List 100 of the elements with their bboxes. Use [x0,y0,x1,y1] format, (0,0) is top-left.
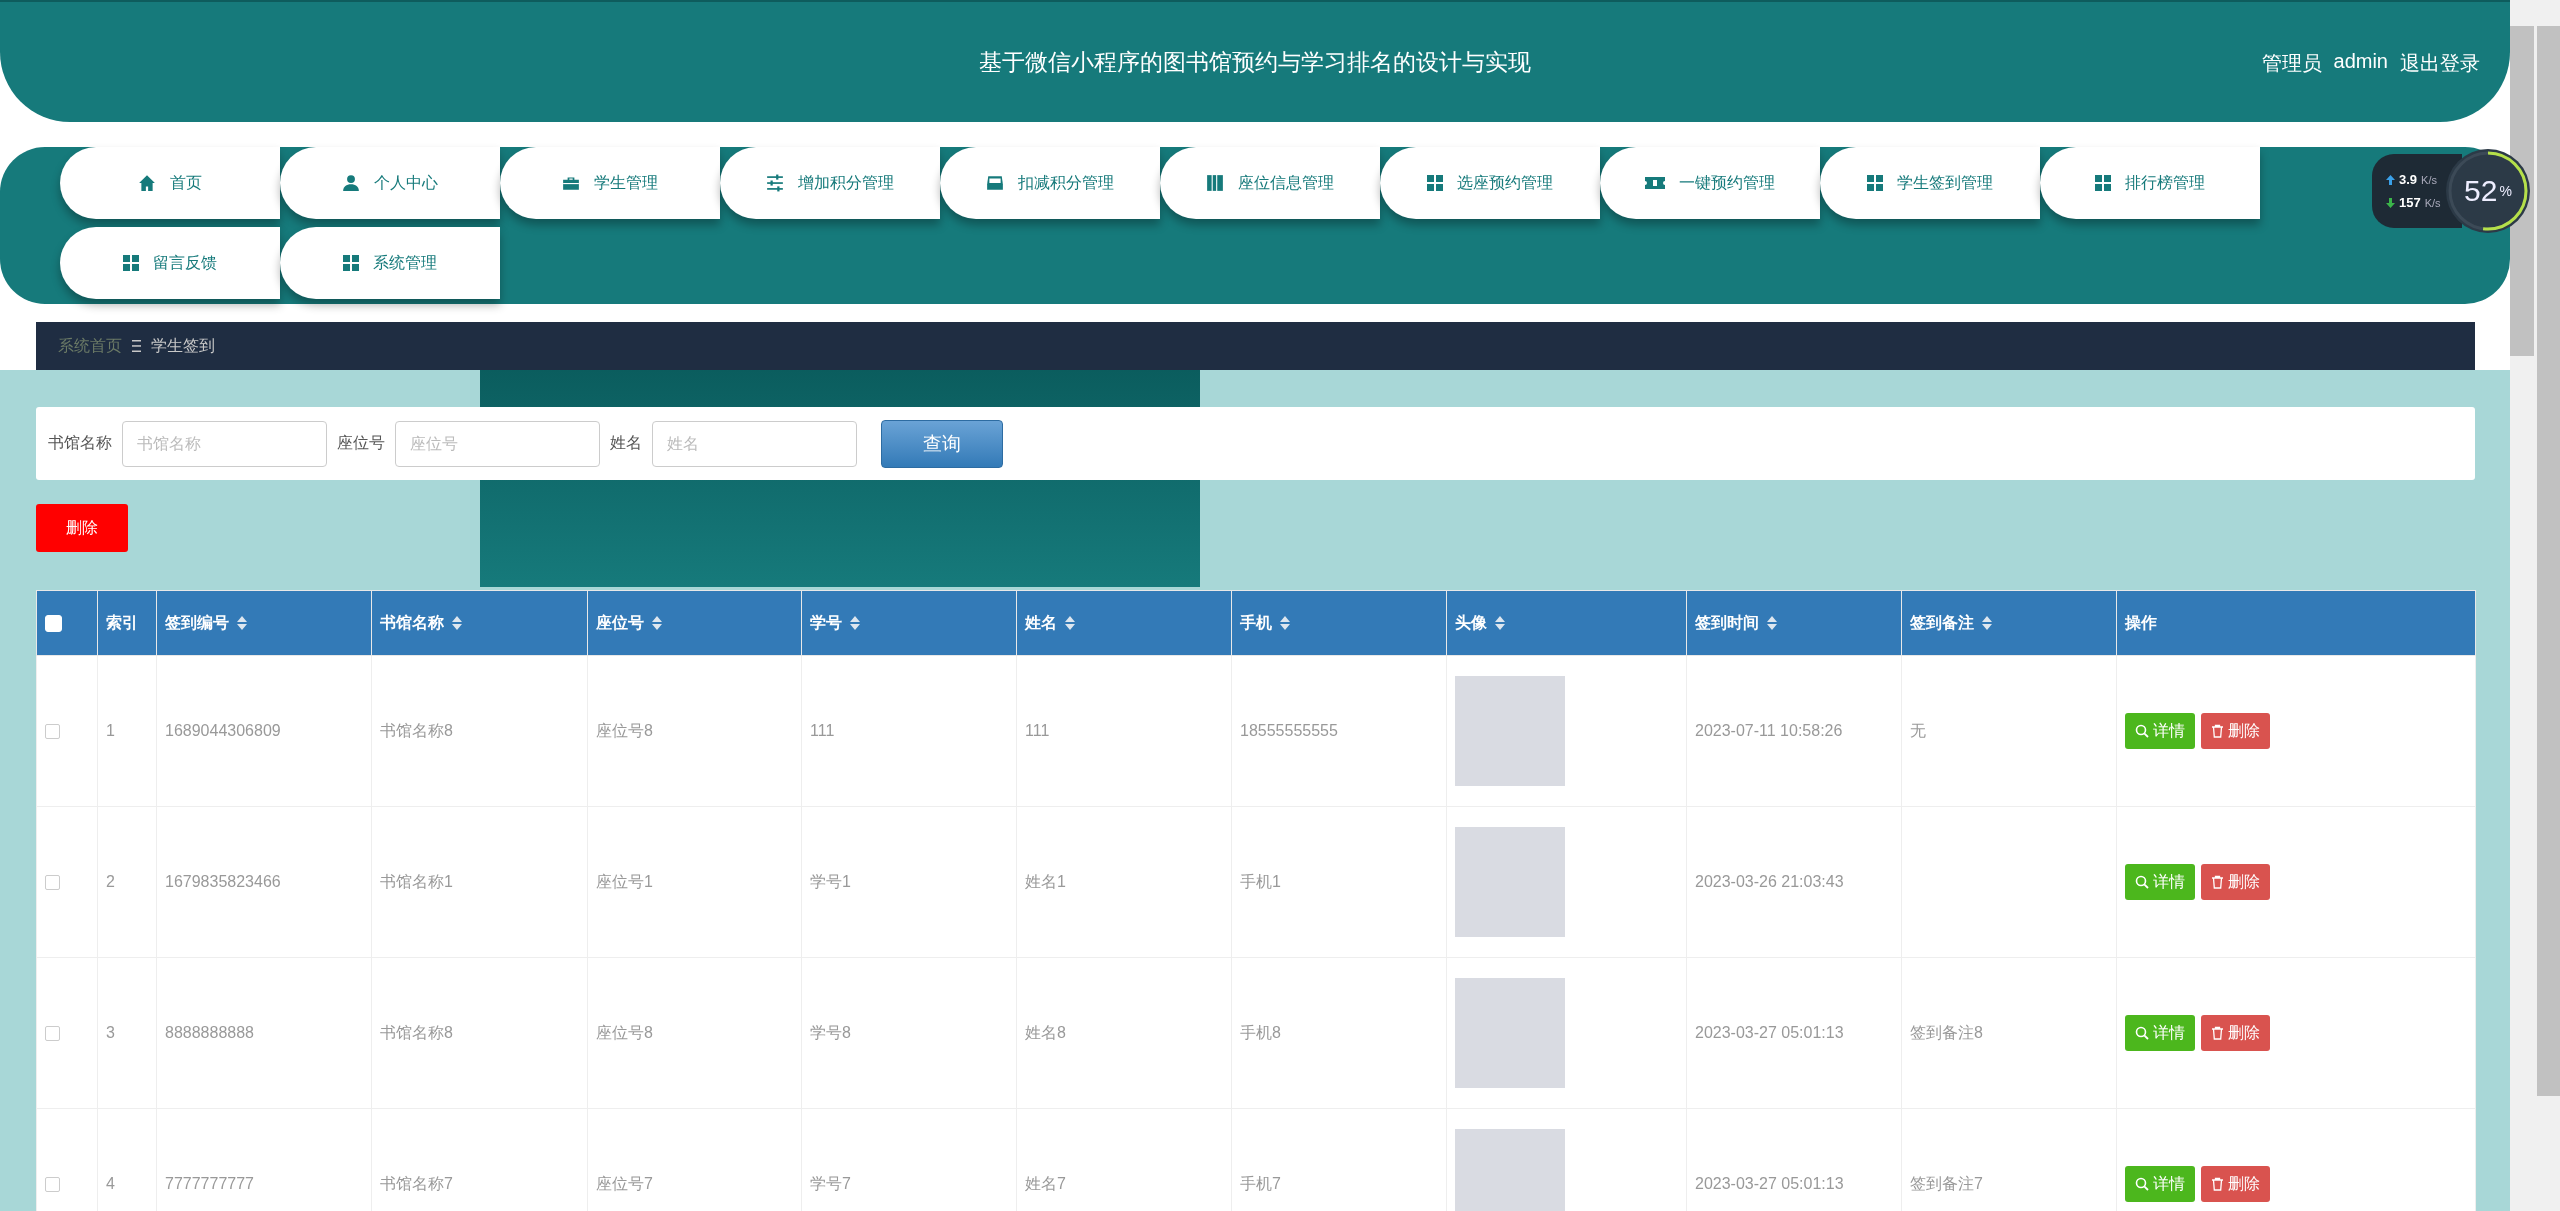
table-cell: 111 [810,722,835,739]
nav-item[interactable]: 个人中心 [280,147,500,219]
user-role: 管理员 [2261,51,2322,76]
page-title: 基于微信小程序的图书馆预约与学习排名的设计与实现 [979,47,1531,77]
trash-icon [2211,1177,2224,1191]
column-header[interactable]: 头像 [1455,613,1487,631]
user-icon [342,174,360,192]
table-cell: 8888888888 [165,1024,254,1041]
nav-item[interactable]: 扣减积分管理 [940,147,1160,219]
row-delete-button[interactable]: 删除 [2201,1166,2270,1202]
search-button[interactable]: 查询 [881,419,1003,468]
nav-item[interactable]: 系统管理 [280,227,500,299]
table-cell: 座位号1 [596,872,653,890]
column-header[interactable]: 签到备注 [1910,613,1974,631]
briefcase-icon [562,174,580,192]
trash-icon [2211,875,2224,889]
sort-icon[interactable] [1065,616,1075,631]
table-cell: 学号8 [810,1023,851,1041]
grid-icon [2095,175,2111,191]
detail-button[interactable]: 详情 [2125,713,2195,749]
row-delete-button[interactable]: 删除 [2201,713,2270,749]
table-cell: 学号1 [810,872,851,890]
nav-item[interactable]: 座位信息管理 [1160,147,1380,219]
upload-arrow-icon [2386,174,2395,185]
row-checkbox[interactable] [45,1177,60,1193]
select-all-checkbox[interactable] [45,615,62,633]
upload-speed: 3.9 [2399,172,2418,187]
table-cell: 手机1 [1240,872,1281,890]
row-delete-button[interactable]: 删除 [2201,1015,2270,1051]
sort-icon[interactable] [1280,616,1290,631]
nav-item[interactable]: 排行榜管理 [2040,147,2260,219]
nav-item[interactable]: 留言反馈 [60,227,280,299]
sort-icon[interactable] [1767,616,1777,631]
detail-button[interactable]: 详情 [2125,1015,2195,1051]
ticket-icon [1645,175,1665,191]
download-speed: 157 [2399,195,2421,210]
table-cell: 111 [1025,722,1050,739]
table-cell: 1679835823466 [165,873,281,890]
table-cell: 无 [1910,721,1926,739]
column-header[interactable]: 学号 [810,613,842,631]
grid-icon [343,255,359,271]
column-header[interactable]: 座位号 [596,613,644,631]
logout-link[interactable]: 退出登录 [2400,50,2480,77]
table-cell: 姓名7 [1025,1174,1066,1192]
column-header[interactable]: 书馆名称 [380,613,444,631]
search-label: 书馆名称 [48,433,112,453]
sliders-icon [766,174,784,192]
table-cell: 4 [106,1175,115,1192]
nav-item[interactable]: 增加积分管理 [720,147,940,219]
row-delete-button[interactable]: 删除 [2201,864,2270,900]
row-checkbox[interactable] [45,875,60,891]
row-checkbox[interactable] [45,724,60,740]
grid-icon [1867,175,1883,191]
percent-sign: % [2499,183,2512,199]
detail-button[interactable]: 详情 [2125,1166,2195,1202]
sort-icon[interactable] [850,616,860,631]
trash-icon [2211,724,2224,738]
sort-icon[interactable] [1982,616,1992,631]
table-cell: 书馆名称7 [380,1174,453,1192]
tray-icon [986,174,1004,192]
sort-icon[interactable] [237,616,247,631]
column-header[interactable]: 姓名 [1025,613,1057,631]
nav-item[interactable]: 首页 [60,147,280,219]
table-cell: 2023-03-27 05:01:13 [1695,1024,1844,1041]
speed-unit: K/s [2424,196,2441,209]
column-header[interactable]: 签到编号 [165,613,229,631]
user-name: admin [2333,50,2388,74]
table-cell: 手机8 [1240,1023,1281,1041]
table-cell: 2 [106,873,115,890]
sort-icon[interactable] [452,616,462,631]
column-header[interactable]: 签到时间 [1695,613,1759,631]
column-header[interactable]: 手机 [1240,613,1272,631]
table-cell: 1 [106,722,115,739]
table-cell: 签到备注7 [1910,1174,1983,1192]
grid-icon [123,255,139,271]
sort-icon[interactable] [1495,616,1505,631]
delete-button[interactable]: 删除 [36,504,128,552]
breadcrumb-home-link[interactable]: 系统首页 [58,335,122,357]
column-header: 操作 [2125,613,2157,631]
search-field[interactable]: 书馆名称 [122,420,327,467]
download-arrow-icon [2386,197,2395,208]
search-field[interactable]: 座位号 [395,420,600,467]
sort-icon[interactable] [652,616,662,631]
nav-item[interactable]: 学生管理 [500,147,720,219]
table-cell: 1689044306809 [165,722,281,739]
nav-item[interactable]: 一键预约管理 [1600,147,1820,219]
grid-icon [1427,175,1443,191]
table-cell: 2023-03-26 21:03:43 [1695,873,1844,890]
table-cell: 18555555555 [1240,722,1338,739]
table-cell: 学号7 [810,1174,851,1192]
table-cell: 座位号7 [596,1174,653,1192]
search-field[interactable]: 姓名 [652,420,857,467]
nav-item[interactable]: 选座预约管理 [1380,147,1600,219]
table-cell: 书馆名称1 [380,872,453,890]
detail-button[interactable]: 详情 [2125,864,2195,900]
nav-item[interactable]: 学生签到管理 [1820,147,2040,219]
table-cell: 2023-07-11 10:58:26 [1695,722,1843,739]
search-label: 姓名 [610,433,642,453]
table-cell: 2023-03-27 05:01:13 [1695,1175,1844,1192]
row-checkbox[interactable] [45,1026,60,1042]
